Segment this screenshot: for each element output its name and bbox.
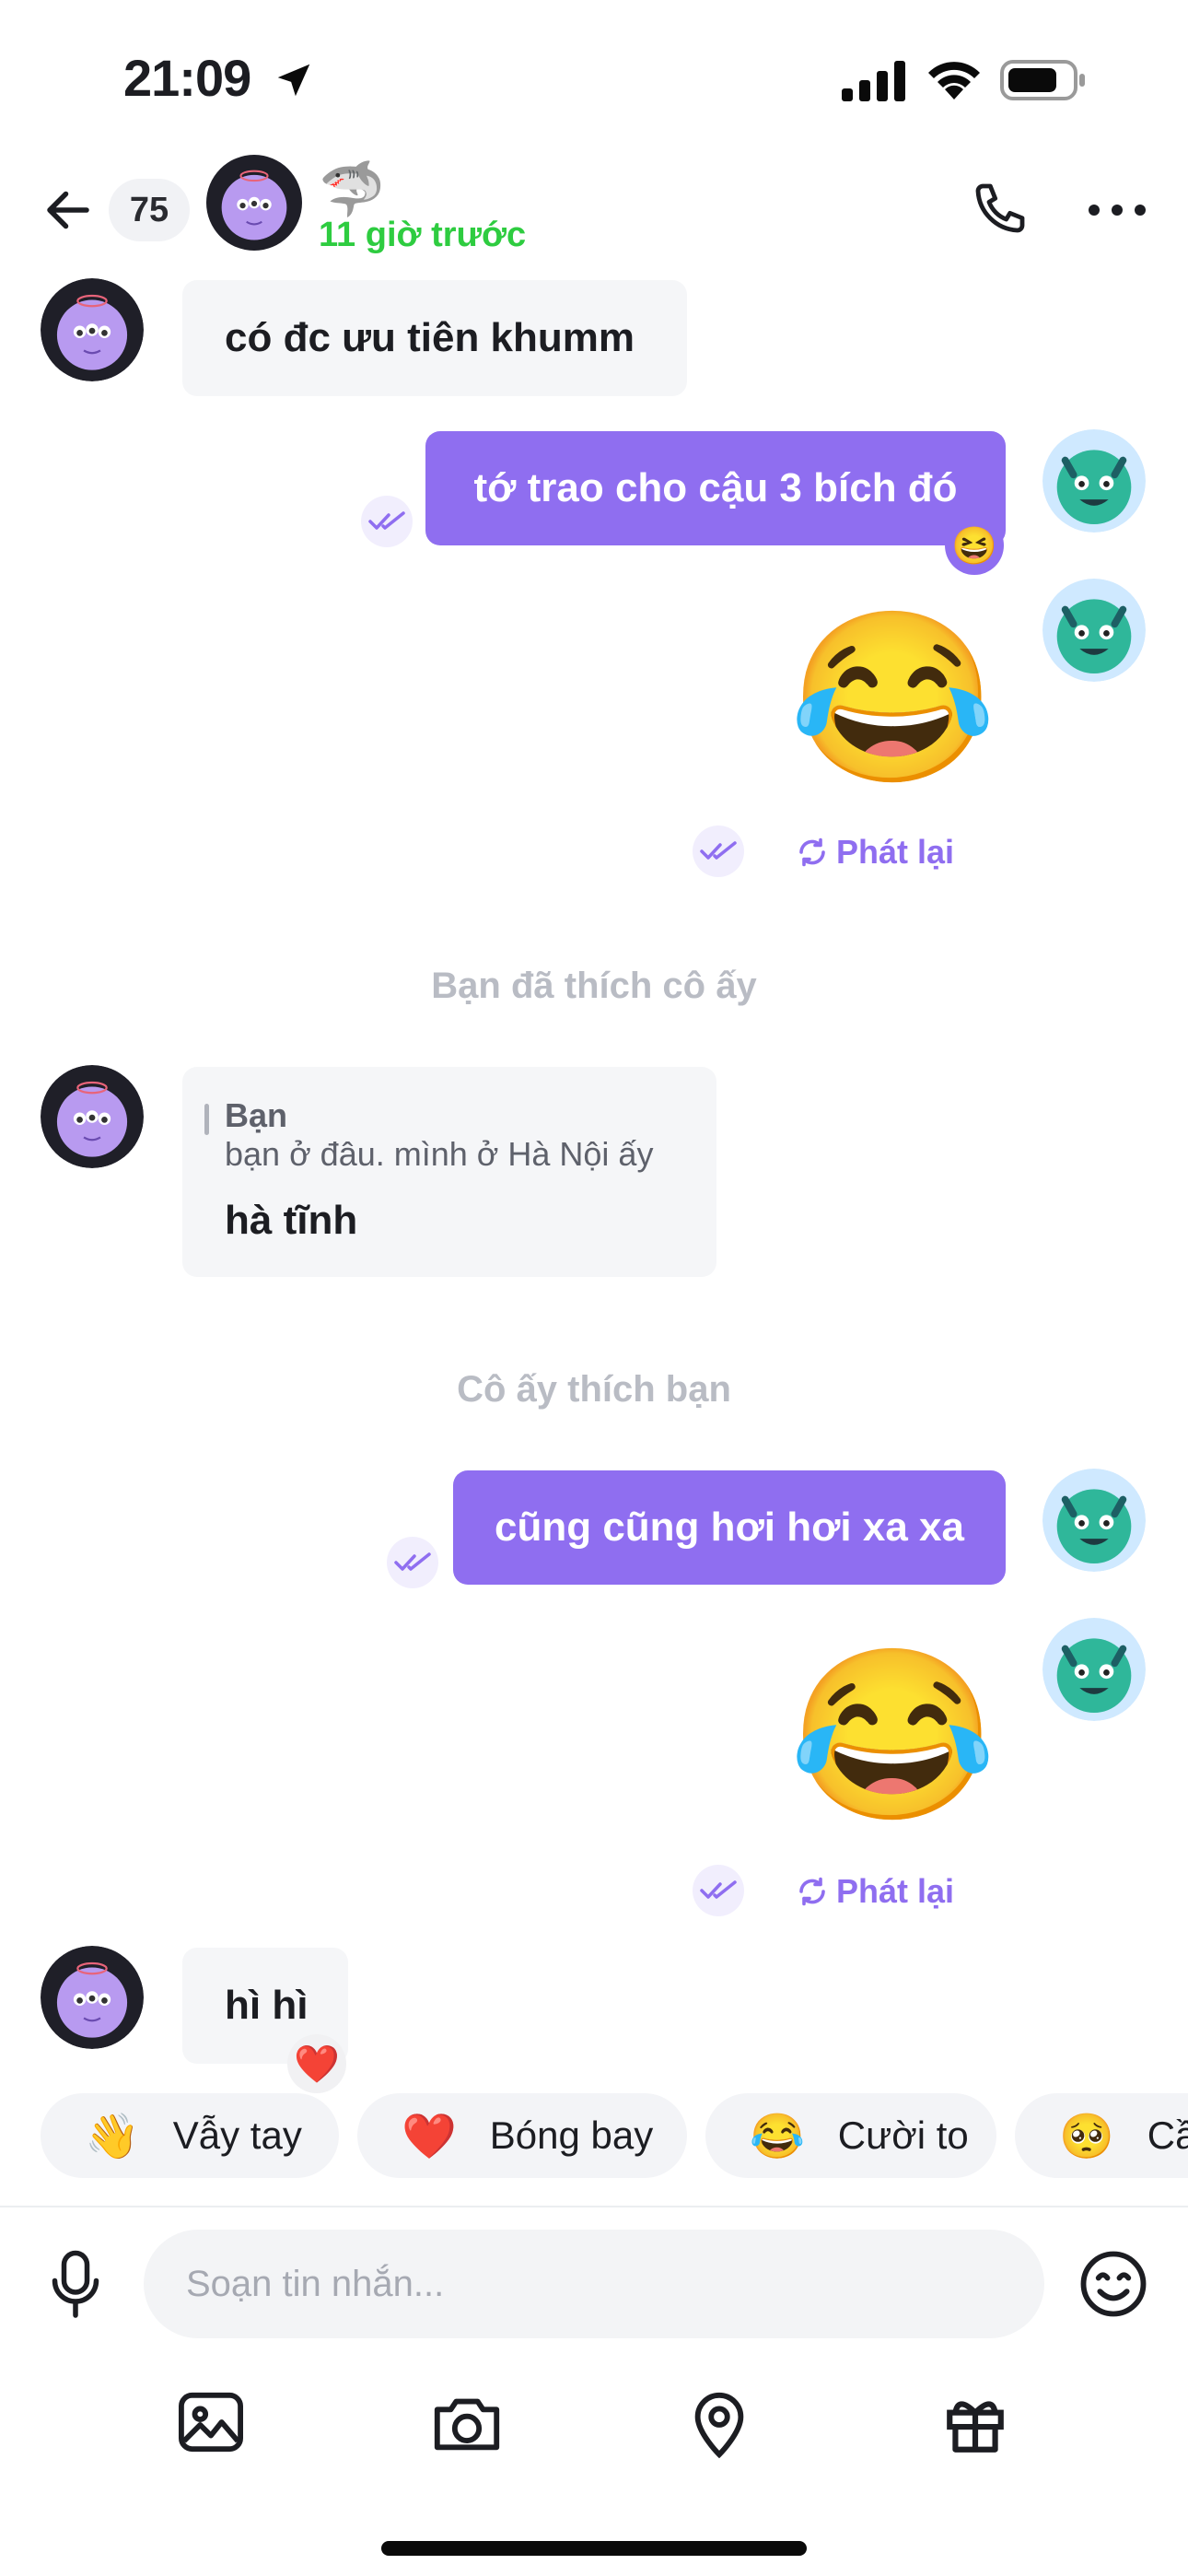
back-arrow-icon[interactable] xyxy=(41,182,96,238)
chip-label: Cầ xyxy=(1147,2113,1188,2157)
reaction-badge[interactable]: 😆 xyxy=(945,516,1004,575)
wave-icon: 👋 xyxy=(85,2112,140,2161)
message-bubble-incoming[interactable]: Bạn bạn ở đâu. mình ở Hà Nội ấy hà tĩnh xyxy=(182,1067,716,1277)
chip-label: Vẫy tay xyxy=(172,2113,302,2157)
replay-icon xyxy=(799,1877,825,1906)
my-avatar[interactable] xyxy=(1042,1618,1146,1721)
reaction-badge[interactable]: ❤️ xyxy=(287,2034,346,2093)
heart-icon: ❤️ xyxy=(402,2112,457,2161)
replay-label: Phát lại xyxy=(836,833,955,871)
last-seen-text: 11 giờ trước xyxy=(319,216,527,254)
message-bubble-outgoing[interactable]: cũng cũng hơi hơi xa xa xyxy=(453,1470,1006,1585)
system-message: Cô ấy thích bạn xyxy=(457,1369,731,1410)
my-avatar[interactable] xyxy=(1042,579,1146,682)
laughing-icon: 😂 xyxy=(750,2112,805,2161)
animated-emoji-message[interactable]: 😂 xyxy=(788,1651,997,1819)
my-avatar[interactable] xyxy=(1042,429,1146,533)
message-text: hà tĩnh xyxy=(225,1198,358,1243)
camera-icon[interactable] xyxy=(429,2390,505,2456)
quote-author: Bạn xyxy=(225,1096,288,1134)
contact-avatar[interactable] xyxy=(41,278,144,381)
read-receipt-icon xyxy=(693,825,744,877)
quick-reply-chip[interactable]: 🥺 Cầ xyxy=(1015,2093,1188,2178)
home-indicator xyxy=(381,2541,807,2556)
location-pin-icon[interactable] xyxy=(689,2390,750,2460)
microphone-icon[interactable] xyxy=(48,2248,103,2318)
wifi-icon xyxy=(928,62,980,100)
location-arrow-icon xyxy=(277,64,310,97)
replay-icon xyxy=(799,837,825,867)
quick-reply-chip[interactable]: 👋 Vẫy tay xyxy=(41,2093,339,2178)
message-input[interactable]: Soạn tin nhắn... xyxy=(144,2230,1044,2338)
quote-text: bạn ở đâu. mình ở Hà Nội ấy xyxy=(225,1135,654,1173)
phone-icon[interactable] xyxy=(971,179,1030,238)
quick-reply-chip[interactable]: 😂 Cười to xyxy=(705,2093,996,2178)
pleading-icon: 🥺 xyxy=(1059,2112,1114,2161)
read-receipt-icon xyxy=(361,496,413,547)
contact-avatar[interactable] xyxy=(41,1946,144,2049)
emoji-picker-icon[interactable] xyxy=(1077,2248,1149,2320)
replay-button[interactable]: Phát lại xyxy=(796,1872,954,1911)
message-bubble-incoming[interactable]: có đc ưu tiên khumm xyxy=(182,280,687,396)
replay-label: Phát lại xyxy=(836,1872,955,1910)
chip-label: Cười to xyxy=(837,2113,969,2157)
quick-reply-chip[interactable]: ❤️ Bóng bay xyxy=(357,2093,687,2178)
read-receipt-icon xyxy=(693,1865,744,1916)
status-emoji: 🦈 xyxy=(319,159,386,219)
animated-emoji-message[interactable]: 😂 xyxy=(788,614,997,781)
read-receipt-icon xyxy=(387,1537,438,1588)
chip-label: Bóng bay xyxy=(489,2113,654,2157)
message-bubble-outgoing[interactable]: tớ trao cho cậu 3 bích đó xyxy=(425,431,1006,545)
quote-bar xyxy=(204,1104,209,1135)
cellular-signal-icon xyxy=(842,61,905,101)
gallery-icon[interactable] xyxy=(175,2390,247,2454)
composer-divider xyxy=(0,2206,1188,2207)
system-message: Bạn đã thích cô ấy xyxy=(431,966,757,1006)
replay-button[interactable]: Phát lại xyxy=(796,833,954,872)
gift-icon[interactable] xyxy=(941,2390,1009,2458)
my-avatar[interactable] xyxy=(1042,1469,1146,1572)
more-options-icon[interactable] xyxy=(1087,203,1147,217)
status-time: 21:09 xyxy=(123,49,251,107)
battery-icon xyxy=(1000,60,1085,100)
contact-avatar[interactable] xyxy=(41,1065,144,1168)
unread-count-badge[interactable]: 75 xyxy=(109,179,190,241)
contact-avatar[interactable] xyxy=(206,155,302,251)
